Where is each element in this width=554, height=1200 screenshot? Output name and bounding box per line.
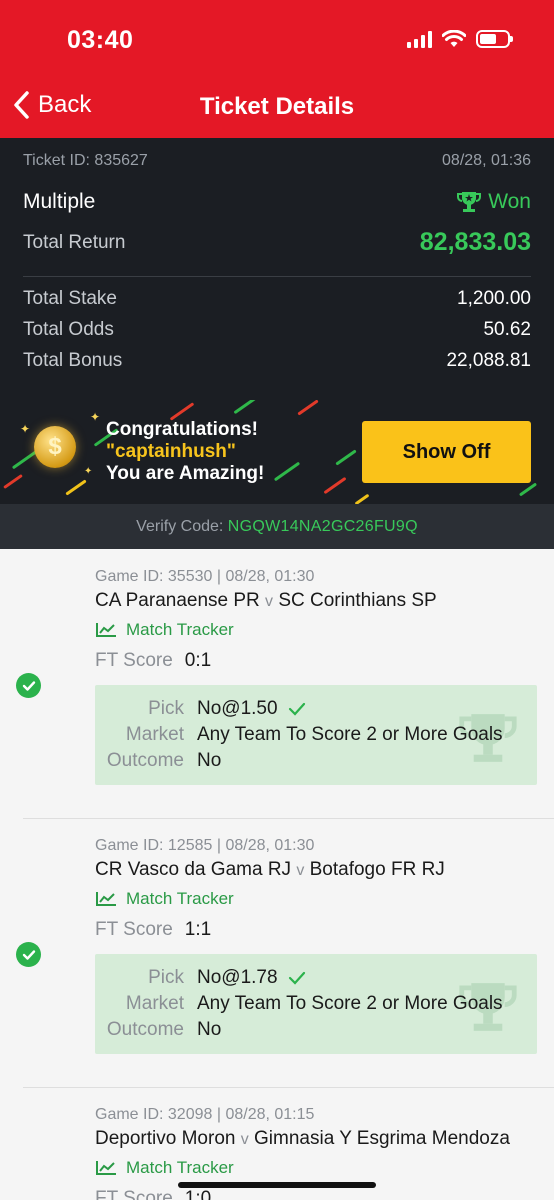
chart-line-icon (96, 892, 116, 906)
check-icon (288, 702, 305, 716)
match-tracker-label: Match Tracker (126, 620, 234, 639)
wifi-icon (442, 30, 466, 47)
status-label: Won (488, 190, 531, 213)
congrats-banner: ✦ ✦ ✦ $ Congratulations! "captainhush" Y… (0, 400, 554, 504)
status-time: 03:40 (67, 26, 134, 54)
sparkle-icon: ✦ (20, 422, 31, 436)
market-row: Market Any Team To Score 2 or More Goals (95, 993, 527, 1015)
match-tracker-link[interactable]: Match Tracker (95, 889, 234, 909)
chart-line-icon (96, 1161, 116, 1175)
ticket-id: Ticket ID: 835627 (23, 152, 148, 169)
pick-label: Pick (148, 967, 184, 988)
verify-label: Verify Code: (136, 518, 224, 535)
market-label: Market (125, 724, 184, 745)
verify-code-bar: Verify Code: NGQW14NA2GC26FU9Q (0, 504, 554, 549)
match-teams: CR Vasco da Gama RJ v Botafogo FR RJ (95, 859, 535, 881)
away-team: SC Corinthians SP (278, 590, 437, 611)
total-odds-label: Total Odds (23, 319, 114, 340)
show-off-button[interactable]: Show Off (362, 421, 531, 483)
ft-score-label: FT Score (95, 919, 173, 940)
coin-icon: $ (34, 426, 76, 468)
match-tracker-link[interactable]: Match Tracker (95, 620, 234, 640)
ft-score-value: 1:0 (184, 1188, 212, 1200)
congrats-line1: Congratulations! (106, 419, 258, 440)
outcome-label: Outcome (106, 1019, 184, 1040)
pick-details: Pick No@1.78 Market Any Team To Score 2 … (95, 954, 537, 1054)
divider (23, 1087, 554, 1088)
total-bonus-value: 22,088.81 (446, 350, 531, 371)
ft-score: FT Score 0:1 (95, 650, 211, 672)
outcome-value: No (197, 1019, 222, 1040)
status-badge: Won (456, 190, 531, 214)
home-team: CR Vasco da Gama RJ (95, 859, 292, 880)
ft-score-label: FT Score (95, 650, 173, 671)
match-teams: Deportivo Moron v Gimnasia Y Esgrima Men… (95, 1128, 535, 1150)
pick-details: Pick No@1.50 Market Any Team To Score 2 … (95, 685, 537, 785)
battery-icon (476, 30, 513, 48)
away-team: Botafogo FR RJ (309, 859, 445, 880)
match-tracker-label: Match Tracker (126, 1158, 234, 1177)
congrats-text: Congratulations! "captainhush" You are A… (106, 419, 264, 485)
vs-label: v (296, 862, 305, 879)
match-tracker-label: Match Tracker (126, 889, 234, 908)
total-return-value: 82,833.03 (419, 228, 531, 256)
game-id: Game ID: 35530 | 08/28, 01:30 (95, 568, 315, 585)
market-value: Any Team To Score 2 or More Goals (197, 993, 503, 1014)
verify-code[interactable]: NGQW14NA2GC26FU9Q (228, 518, 418, 535)
ft-score: FT Score 1:0 (95, 1188, 211, 1200)
pick-value: No@1.78 (197, 967, 278, 988)
pick-value: No@1.50 (197, 698, 278, 719)
check-icon (288, 971, 305, 985)
ft-score-value: 0:1 (184, 650, 212, 671)
won-check-icon (16, 942, 41, 967)
status-icons (407, 30, 513, 48)
match-teams: CA Paranaense PR v SC Corinthians SP (95, 590, 535, 612)
vs-label: v (265, 593, 274, 610)
bet-type: Multiple (23, 190, 96, 213)
pick-label: Pick (148, 698, 184, 719)
total-bonus-label: Total Bonus (23, 350, 123, 371)
total-stake-label: Total Stake (23, 288, 117, 309)
outcome-value: No (197, 750, 222, 771)
chevron-left-icon (14, 91, 29, 119)
back-button[interactable]: Back (12, 90, 91, 120)
trophy-icon (457, 192, 482, 212)
ft-score-label: FT Score (95, 1188, 173, 1200)
ticket-summary: Ticket ID: 835627 08/28, 01:36 Multiple … (0, 138, 554, 549)
game-id: Game ID: 32098 | 08/28, 01:15 (95, 1106, 315, 1123)
home-team: CA Paranaense PR (95, 590, 260, 611)
total-odds-value: 50.62 (483, 319, 531, 340)
ft-score: FT Score 1:1 (95, 919, 211, 941)
divider (23, 818, 554, 819)
outcome-label: Outcome (106, 750, 184, 771)
divider (23, 276, 531, 277)
cellular-signal-icon (407, 30, 432, 48)
market-row: Market Any Team To Score 2 or More Goals (95, 724, 527, 746)
away-team: Gimnasia Y Esgrima Mendoza (254, 1128, 510, 1149)
back-label: Back (38, 91, 92, 118)
ft-score-value: 1:1 (184, 919, 212, 940)
total-return-label: Total Return (23, 231, 126, 253)
outcome-row: Outcome No (95, 1019, 527, 1041)
home-team: Deportivo Moron (95, 1128, 236, 1149)
match-tracker-link[interactable]: Match Tracker (95, 1158, 234, 1178)
sparkle-icon: ✦ (90, 410, 101, 424)
market-value: Any Team To Score 2 or More Goals (197, 724, 503, 745)
game-id: Game ID: 12585 | 08/28, 01:30 (95, 837, 315, 854)
vs-label: v (240, 1131, 249, 1148)
sparkle-icon: ✦ (84, 466, 93, 477)
outcome-row: Outcome No (95, 750, 527, 772)
chart-line-icon (96, 623, 116, 637)
ticket-datetime: 08/28, 01:36 (442, 152, 531, 169)
username: "captainhush" (106, 441, 236, 462)
app-header: 03:40 Back Ticket Details (0, 0, 554, 138)
home-indicator[interactable] (178, 1182, 376, 1188)
won-check-icon (16, 673, 41, 698)
total-stake-value: 1,200.00 (457, 288, 531, 309)
pick-row: Pick No@1.50 (95, 698, 527, 720)
congrats-line3: You are Amazing! (106, 463, 265, 484)
market-label: Market (125, 993, 184, 1014)
pick-row: Pick No@1.78 (95, 967, 527, 989)
